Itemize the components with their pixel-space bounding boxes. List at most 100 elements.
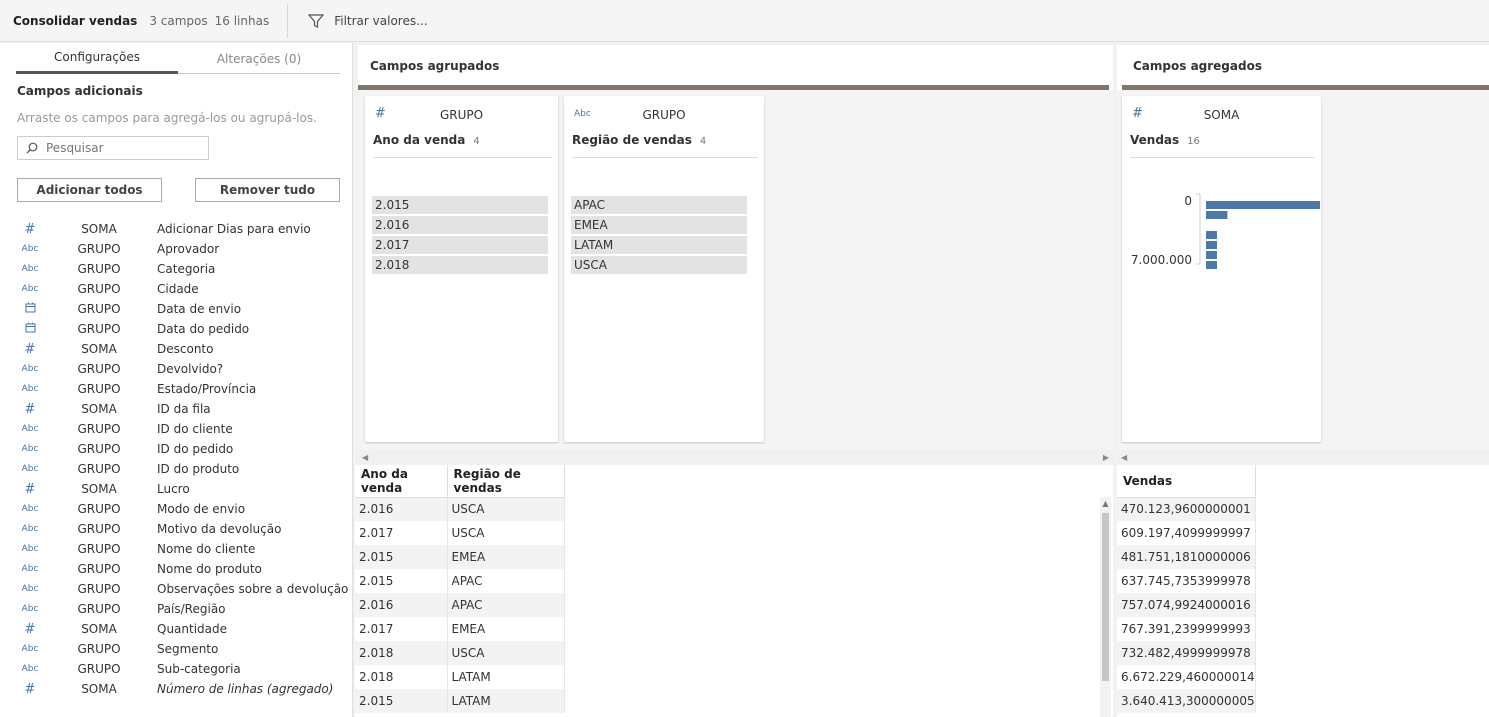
field-card-year[interactable]: # GRUPO Ano da venda 4 2.015 2.016 2.017 … [365,96,558,442]
scroll-thumb[interactable] [1102,513,1109,681]
table-row[interactable]: 3.640.413,300000005 [1117,689,1256,713]
filter-values-button[interactable]: Filtrar valores... [308,13,428,29]
table-row[interactable]: 2.017 USCA [355,521,565,545]
search-input[interactable] [46,141,196,155]
table-row[interactable]: 470.123,9600000001 [1117,497,1256,521]
table-row[interactable]: 2.018 USCA [355,641,565,665]
horizontal-scrollbar[interactable]: ◀ ▶ [358,450,1113,464]
column-header-sales[interactable]: Vendas [1117,465,1256,498]
field-type[interactable]: SOMA [60,622,138,636]
list-item[interactable]: Abc GRUPO Estado/Província [0,379,352,399]
table-row[interactable]: 767.391,2399999993 [1117,617,1256,641]
list-item[interactable]: 2.015 [372,196,548,214]
table-row[interactable]: 2.018 LATAM [355,665,565,689]
field-type[interactable]: SOMA [60,482,138,496]
table-row[interactable]: 2.015 LATAM [355,689,565,713]
list-item[interactable]: USCA [571,256,747,274]
list-item[interactable]: # SOMA Desconto [0,339,352,359]
column-header-region[interactable]: Região de vendas [447,465,565,498]
field-card-sales[interactable]: # SOMA Vendas 16 0 7.000.000 [1122,96,1321,442]
sales-histogram[interactable]: 0 7.000.000 [1122,186,1321,306]
table-row[interactable]: 481.751,1810000006 [1117,545,1256,569]
histogram-bar[interactable] [1206,251,1217,259]
histogram-bar[interactable] [1206,261,1217,269]
list-item[interactable]: # SOMA Lucro [0,479,352,499]
list-item[interactable]: # SOMA Adicionar Dias para envio [0,219,352,239]
scroll-up-icon[interactable]: ▲ [1100,499,1111,508]
tab-changes[interactable]: Alterações (0) [178,43,340,74]
field-type[interactable]: GRUPO [60,282,138,296]
table-row[interactable]: 609.197,4099999997 [1117,521,1256,545]
search-box[interactable] [17,136,209,160]
list-item[interactable]: # SOMA Número de linhas (agregado) [0,679,352,699]
list-item[interactable]: Abc GRUPO País/Região [0,599,352,619]
field-type[interactable]: GRUPO [60,322,138,336]
list-item[interactable]: 2.017 [372,236,548,254]
list-item[interactable]: Abc GRUPO ID do pedido [0,439,352,459]
field-type[interactable]: GRUPO [60,522,138,536]
table-row[interactable]: 732.482,4999999978 [1117,641,1256,665]
list-item[interactable]: Abc GRUPO Cidade [0,279,352,299]
list-item[interactable]: Abc GRUPO ID do produto [0,459,352,479]
horizontal-scrollbar[interactable]: ◀ [1117,450,1489,464]
field-type[interactable]: GRUPO [60,662,138,676]
field-type[interactable]: SOMA [60,682,138,696]
list-item[interactable]: Abc GRUPO ID do cliente [0,419,352,439]
list-item[interactable]: # SOMA ID da fila [0,399,352,419]
table-row[interactable]: 6.672.229,460000014 [1117,665,1256,689]
vertical-scrollbar[interactable]: ▲ [1100,497,1111,717]
table-row[interactable]: 2.016 USCA [355,497,565,521]
field-type[interactable]: GRUPO [60,442,138,456]
list-item[interactable]: Abc GRUPO Categoria [0,259,352,279]
card-type[interactable]: SOMA [1122,108,1321,122]
list-item[interactable]: Abc GRUPO Nome do cliente [0,539,352,559]
field-type[interactable]: GRUPO [60,642,138,656]
card-type[interactable]: GRUPO [365,108,558,122]
list-item[interactable]: Abc GRUPO Motivo da devolução [0,519,352,539]
field-type[interactable]: GRUPO [60,302,138,316]
list-item[interactable]: Abc GRUPO Segmento [0,639,352,659]
table-row[interactable]: 2.016 APAC [355,593,565,617]
list-item[interactable]: Abc GRUPO Devolvido? [0,359,352,379]
list-item[interactable]: GRUPO Data do pedido [0,319,352,339]
field-type[interactable]: GRUPO [60,542,138,556]
list-item[interactable]: GRUPO Data de envio [0,299,352,319]
remove-all-button[interactable]: Remover tudo [195,178,340,202]
scroll-left-icon[interactable]: ◀ [1121,453,1127,462]
scroll-left-icon[interactable]: ◀ [362,453,368,462]
table-row[interactable]: 2.017 EMEA [355,617,565,641]
list-item[interactable]: 2.016 [372,216,548,234]
histogram-bar[interactable] [1206,231,1217,239]
list-item[interactable]: EMEA [571,216,747,234]
card-type[interactable]: GRUPO [564,108,764,122]
table-row[interactable]: 637.745,7353999978 [1117,569,1256,593]
list-item[interactable]: # SOMA Quantidade [0,619,352,639]
histogram-bar[interactable] [1206,241,1217,249]
histogram-bar[interactable] [1206,211,1228,219]
field-type[interactable]: GRUPO [60,382,138,396]
list-item[interactable]: Abc GRUPO Modo de envio [0,499,352,519]
column-header-year[interactable]: Ano da venda [355,465,448,498]
list-item[interactable]: Abc GRUPO Observações sobre a devolução [0,579,352,599]
table-row[interactable]: 757.074,9924000016 [1117,593,1256,617]
field-type[interactable]: GRUPO [60,422,138,436]
list-item[interactable]: Abc GRUPO Sub-categoria [0,659,352,679]
field-card-region[interactable]: Abc GRUPO Região de vendas 4 APAC EMEA LA… [564,96,764,442]
field-type[interactable]: GRUPO [60,362,138,376]
field-type[interactable]: GRUPO [60,582,138,596]
list-item[interactable]: APAC [571,196,747,214]
table-row[interactable]: 2.015 EMEA [355,545,565,569]
field-type[interactable]: GRUPO [60,602,138,616]
field-type[interactable]: GRUPO [60,462,138,476]
field-type[interactable]: GRUPO [60,242,138,256]
histogram-bar[interactable] [1206,201,1320,209]
list-item[interactable]: Abc GRUPO Nome do produto [0,559,352,579]
field-type[interactable]: GRUPO [60,502,138,516]
list-item[interactable]: Abc GRUPO Aprovador [0,239,352,259]
table-row[interactable]: 2.015 APAC [355,569,565,593]
add-all-button[interactable]: Adicionar todos [17,178,162,202]
field-type[interactable]: GRUPO [60,262,138,276]
tab-settings[interactable]: Configurações [16,43,178,74]
field-type[interactable]: SOMA [60,402,138,416]
field-type[interactable]: SOMA [60,222,138,236]
